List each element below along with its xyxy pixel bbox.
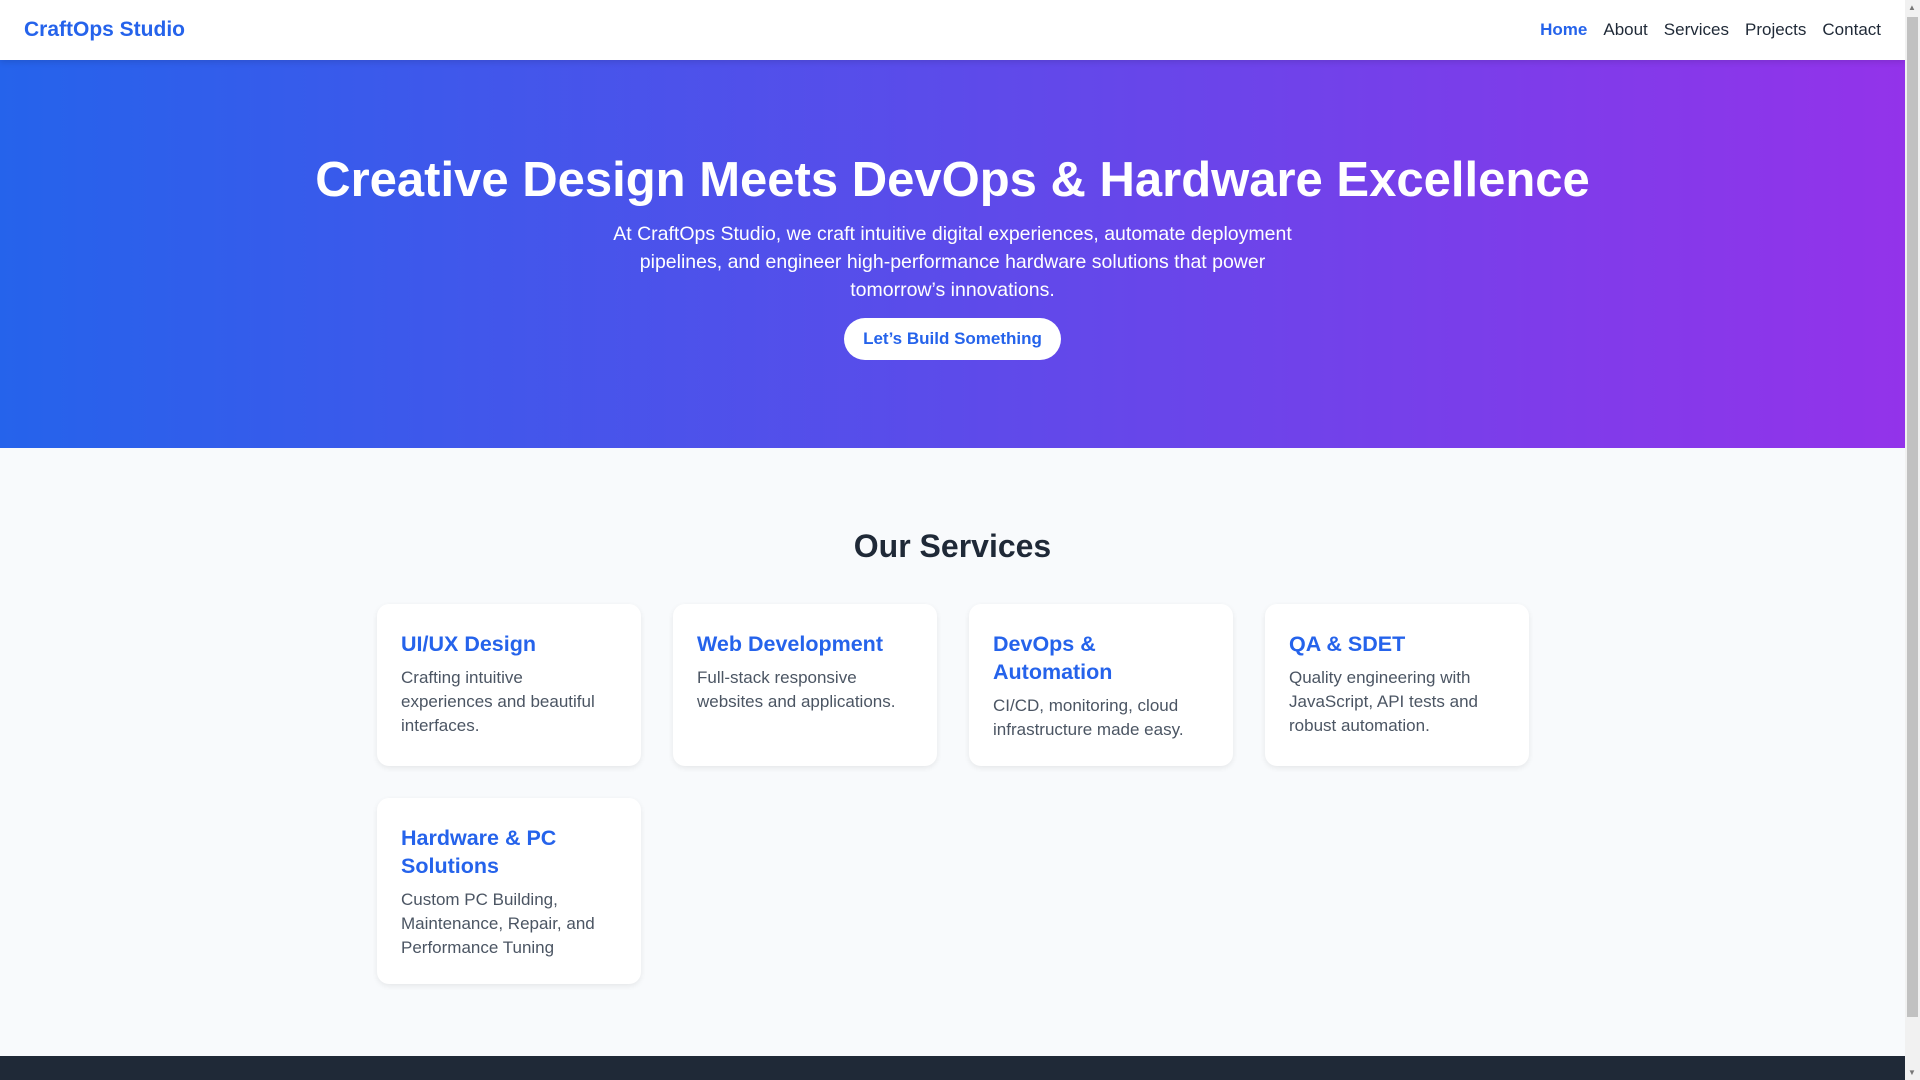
service-desc: Custom PC Building, Maintenance, Repair,… [401,890,595,957]
service-title: Hardware & PC Solutions [401,826,557,878]
hero-subtitle: At CraftOps Studio, we craft intuitive d… [613,223,1292,301]
hero-section: Creative Design Meets DevOps & Hardware … [0,60,1905,448]
service-title: QA & SDET [1289,632,1406,656]
service-desc: Full-stack responsive websites and appli… [697,668,896,711]
footer [0,1056,1905,1080]
cta-button[interactable]: Let’s Build Something [844,318,1061,360]
navbar: CraftOps Studio Home About Services Proj… [0,0,1905,60]
nav-about[interactable]: About [1603,20,1647,40]
nav-links: Home About Services Projects Contact [1540,20,1881,40]
services-heading: Our Services [853,528,1052,564]
scroll-down-icon[interactable]: ▼ [1908,1068,1916,1077]
scrollbar-thumb[interactable] [1907,17,1918,1017]
scrollbar[interactable]: ▲ ▼ [1905,0,1920,1080]
nav-contact[interactable]: Contact [1822,20,1881,40]
logo[interactable]: CraftOps Studio [24,18,185,42]
scroll-up-icon[interactable]: ▲ [1908,3,1916,12]
service-desc: CI/CD, monitoring, cloud infrastructure … [993,696,1184,739]
service-title: UI/UX Design [401,632,536,656]
service-card: DevOps & Automation CI/CD, monitoring, cl… [969,604,1233,766]
nav-projects[interactable]: Projects [1745,20,1806,40]
service-card: Web Development Full-stack responsive web… [673,604,937,766]
services-grid: UI/UX Design Crafting intuitive experienc… [377,604,1529,984]
services-section: Our Services UI/UX Design Crafting intuit… [0,448,1905,1056]
service-desc: Crafting intuitive experiences and beaut… [401,668,595,735]
service-card: Hardware & PC Solutions Custom PC Buildin… [377,798,641,984]
service-card: UI/UX Design Crafting intuitive experienc… [377,604,641,766]
service-desc: Quality engineering with JavaScript, API… [1289,668,1478,735]
nav-home[interactable]: Home [1540,20,1587,40]
service-card: QA & SDET Quality engineering with JavaSc… [1265,604,1529,766]
service-title: Web Development [697,632,883,656]
hero-title: Creative Design Meets DevOps & Hardware … [315,153,1590,207]
service-title: DevOps & Automation [993,632,1113,684]
page: CraftOps Studio Home About Services Proj… [0,0,1905,1080]
nav-services[interactable]: Services [1664,20,1729,40]
